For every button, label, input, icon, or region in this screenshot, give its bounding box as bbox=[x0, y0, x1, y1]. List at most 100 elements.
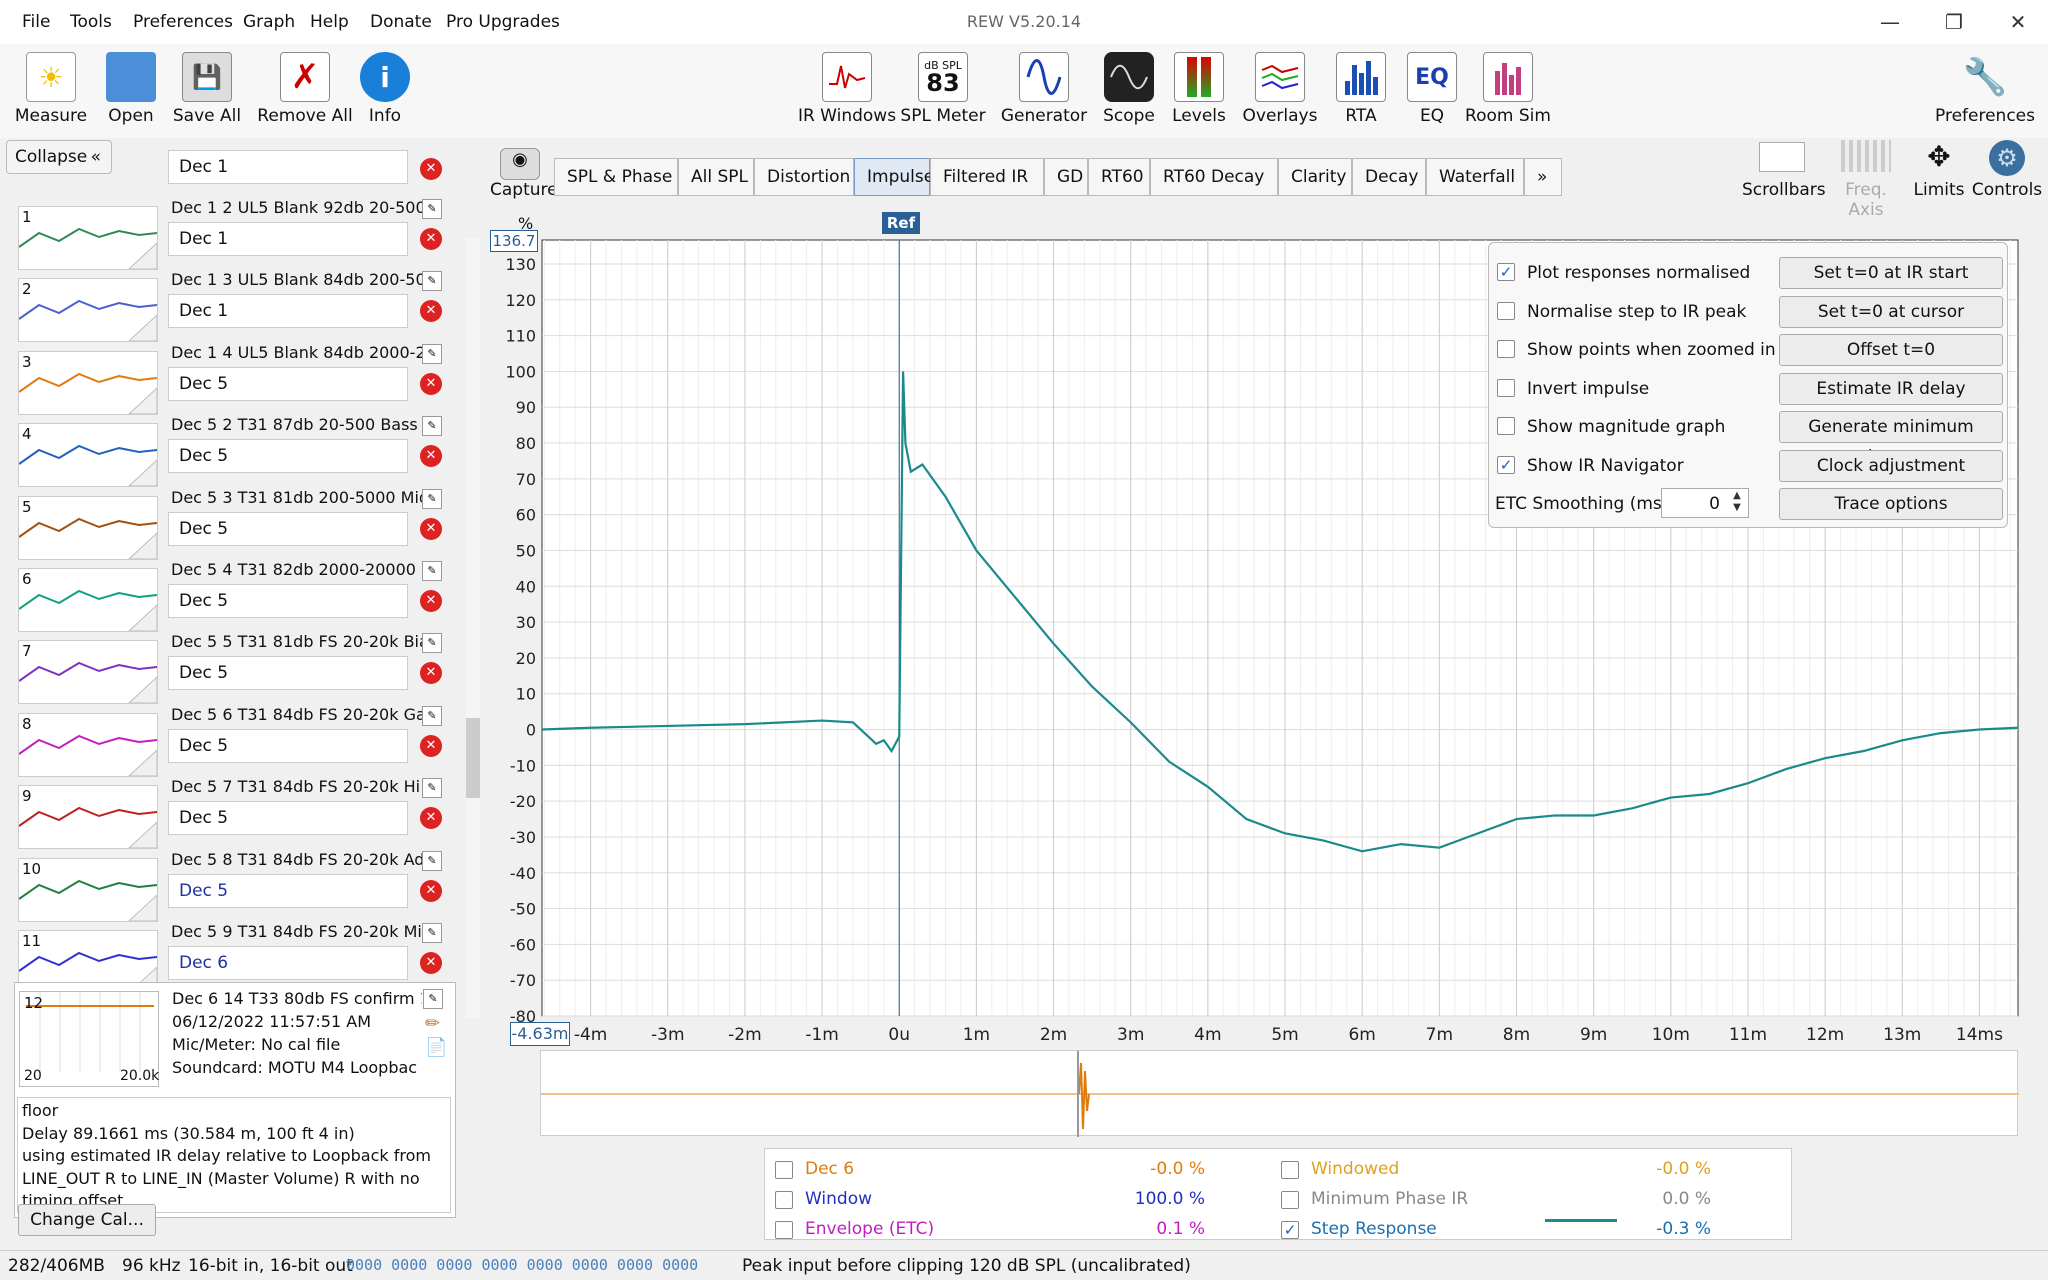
edit-icon[interactable]: ✎ bbox=[422, 199, 442, 219]
change-cal-button[interactable]: Change Cal... bbox=[18, 1204, 156, 1236]
trace-options-button[interactable]: Trace options bbox=[1779, 488, 2003, 520]
legend-checkbox[interactable] bbox=[775, 1161, 793, 1179]
note-line: LINE_OUT R to LINE_IN (Master Volume) R … bbox=[22, 1168, 420, 1188]
close-icon[interactable]: ✕ bbox=[1996, 6, 2040, 38]
collapse-button[interactable]: Collapse « bbox=[6, 140, 112, 174]
freq-axis-button[interactable]: Freq. Axis bbox=[1826, 140, 1906, 220]
measurement-title-field[interactable]: Dec 5 bbox=[168, 801, 408, 836]
measurement-thumbnail: 1 bbox=[18, 206, 158, 270]
y-tick-label: 20 bbox=[516, 649, 536, 668]
spl-meter-button[interactable]: dB SPL 83 SPL Meter bbox=[888, 52, 998, 126]
menu-preferences[interactable]: Preferences bbox=[133, 12, 233, 32]
option-checkbox[interactable] bbox=[1497, 340, 1515, 358]
panel-button[interactable]: Offset t=0 bbox=[1779, 334, 2003, 366]
tab-impulse[interactable]: Impulse bbox=[854, 158, 934, 196]
ref-marker[interactable]: Ref bbox=[882, 212, 920, 234]
panel-button[interactable]: Clock adjustment bbox=[1779, 449, 2003, 482]
tab-filtered-ir[interactable]: Filtered IR bbox=[930, 158, 1044, 196]
edit-icon[interactable]: ✎ bbox=[422, 705, 442, 726]
legend-checkbox[interactable] bbox=[775, 1221, 793, 1239]
remove-icon[interactable]: ✕ bbox=[420, 158, 442, 180]
measurement-title-field[interactable]: Dec 5 bbox=[168, 511, 408, 546]
measurement-title-field[interactable]: Dec 5 bbox=[168, 656, 408, 691]
measurement-title-field[interactable]: Dec 1 bbox=[168, 294, 408, 329]
room-sim-button[interactable]: Room Sim bbox=[1453, 52, 1563, 126]
option-checkbox[interactable] bbox=[1497, 301, 1515, 320]
tab-waterfall[interactable]: Waterfall bbox=[1426, 158, 1524, 196]
save-all-button[interactable]: 💾 Save All bbox=[152, 52, 262, 126]
selected-measurement[interactable]: 12 20 20.0k Dec 6 14 T33 80db FS confirm… bbox=[14, 982, 456, 1218]
remove-icon[interactable]: ✕ bbox=[420, 372, 442, 395]
edit-icon[interactable]: ✎ bbox=[422, 271, 442, 292]
menu-help[interactable]: Help bbox=[310, 12, 349, 32]
limits-button[interactable]: ✥ Limits bbox=[1904, 140, 1974, 200]
legend-checkbox[interactable] bbox=[775, 1191, 793, 1209]
option-checkbox[interactable] bbox=[1497, 378, 1515, 397]
controls-button[interactable]: ⚙ Controls bbox=[1970, 140, 2044, 200]
measurement-title-field[interactable]: Dec 5 bbox=[168, 728, 408, 763]
remove-icon[interactable]: ✕ bbox=[420, 879, 442, 902]
open-label: Open bbox=[108, 106, 154, 126]
edit-icon[interactable]: ✎ bbox=[422, 850, 442, 871]
info-button[interactable]: i Info bbox=[330, 52, 440, 126]
remove-icon[interactable]: ✕ bbox=[420, 590, 442, 612]
edit-icon[interactable]: ✎ bbox=[422, 778, 442, 799]
remove-icon[interactable]: ✕ bbox=[420, 734, 442, 757]
ir-windows-button[interactable]: IR Windows bbox=[792, 52, 902, 126]
menu-donate[interactable]: Donate bbox=[370, 12, 432, 32]
edit-icon[interactable]: ✎ bbox=[422, 488, 442, 509]
panel-button[interactable]: Generate minimum phase... bbox=[1779, 411, 2003, 467]
tab-rt60[interactable]: RT60 bbox=[1088, 158, 1150, 196]
legend-checkbox[interactable] bbox=[1281, 1161, 1299, 1179]
menu-tools[interactable]: Tools bbox=[70, 12, 112, 32]
option-checkbox[interactable] bbox=[1497, 417, 1515, 435]
measurement-title-field[interactable]: Dec 5 bbox=[168, 439, 408, 474]
top-filter-field[interactable]: Dec 1 bbox=[168, 150, 408, 184]
stepper-icon[interactable]: ▲ ▼ bbox=[1727, 490, 1747, 516]
notes-area[interactable]: floor Delay 89.1661 ms (30.584 m, 100 ft… bbox=[17, 1097, 451, 1213]
option-checkbox[interactable]: ✓ bbox=[1497, 455, 1515, 474]
panel-button[interactable]: Set t=0 at cursor bbox=[1779, 295, 2003, 328]
remove-icon[interactable]: ✕ bbox=[420, 228, 442, 250]
edit-icon[interactable]: ✎ bbox=[423, 989, 443, 1009]
measurement-title-field[interactable]: Dec 5 bbox=[168, 366, 408, 401]
x-tick-label: -3m bbox=[651, 1025, 685, 1045]
measurement-title-field[interactable]: Dec 1 bbox=[168, 222, 408, 256]
menu-graph[interactable]: Graph bbox=[243, 12, 295, 32]
tab-rt60-decay[interactable]: RT60 Decay bbox=[1150, 158, 1278, 196]
tab-[interactable]: » bbox=[1524, 158, 1562, 196]
ir-navigator[interactable] bbox=[540, 1050, 2019, 1137]
remove-icon[interactable]: ✕ bbox=[420, 517, 442, 540]
menu-file[interactable]: File bbox=[22, 12, 50, 32]
tab-spl-phase[interactable]: SPL & Phase bbox=[554, 158, 678, 196]
panel-button[interactable]: Estimate IR delay bbox=[1779, 372, 2003, 405]
notes-icon[interactable]: 📄 bbox=[425, 1037, 447, 1058]
panel-button[interactable]: Set t=0 at IR start bbox=[1779, 257, 2003, 289]
pencil-icon[interactable]: ✏ bbox=[425, 1013, 440, 1034]
edit-icon[interactable]: ✎ bbox=[422, 633, 442, 654]
remove-icon[interactable]: ✕ bbox=[420, 952, 442, 974]
tab-decay[interactable]: Decay bbox=[1352, 158, 1426, 196]
y-tick-label: 0 bbox=[526, 721, 536, 740]
menu-pro-upgrades[interactable]: Pro Upgrades bbox=[446, 12, 560, 32]
tab-clarity[interactable]: Clarity bbox=[1278, 158, 1352, 196]
legend-checkbox[interactable]: ✓ bbox=[1281, 1221, 1299, 1239]
measurement-title-field[interactable]: Dec 6 bbox=[168, 946, 408, 980]
tab-all-spl[interactable]: All SPL bbox=[678, 158, 754, 196]
measurement-title-field[interactable]: Dec 5 bbox=[168, 873, 408, 908]
tab-gd[interactable]: GD bbox=[1044, 158, 1088, 196]
restore-icon[interactable]: ❐ bbox=[1932, 6, 1976, 38]
edit-icon[interactable]: ✎ bbox=[422, 343, 442, 364]
measurement-title-field[interactable]: Dec 5 bbox=[168, 584, 408, 618]
legend-checkbox[interactable] bbox=[1281, 1191, 1299, 1209]
minimize-icon[interactable]: — bbox=[1868, 6, 1912, 38]
edit-icon[interactable]: ✎ bbox=[422, 923, 442, 943]
capture-button[interactable]: ◉ Capture bbox=[490, 148, 558, 200]
preferences-button[interactable]: 🔧 Preferences bbox=[1930, 52, 2040, 126]
option-checkbox[interactable]: ✓ bbox=[1497, 263, 1515, 281]
edit-icon[interactable]: ✎ bbox=[422, 416, 442, 437]
x-tick-label: -4m bbox=[574, 1025, 608, 1045]
scrollbars-button[interactable]: Scrollbars bbox=[1742, 140, 1826, 200]
edit-icon[interactable]: ✎ bbox=[422, 561, 442, 581]
tab-distortion[interactable]: Distortion bbox=[754, 158, 854, 196]
